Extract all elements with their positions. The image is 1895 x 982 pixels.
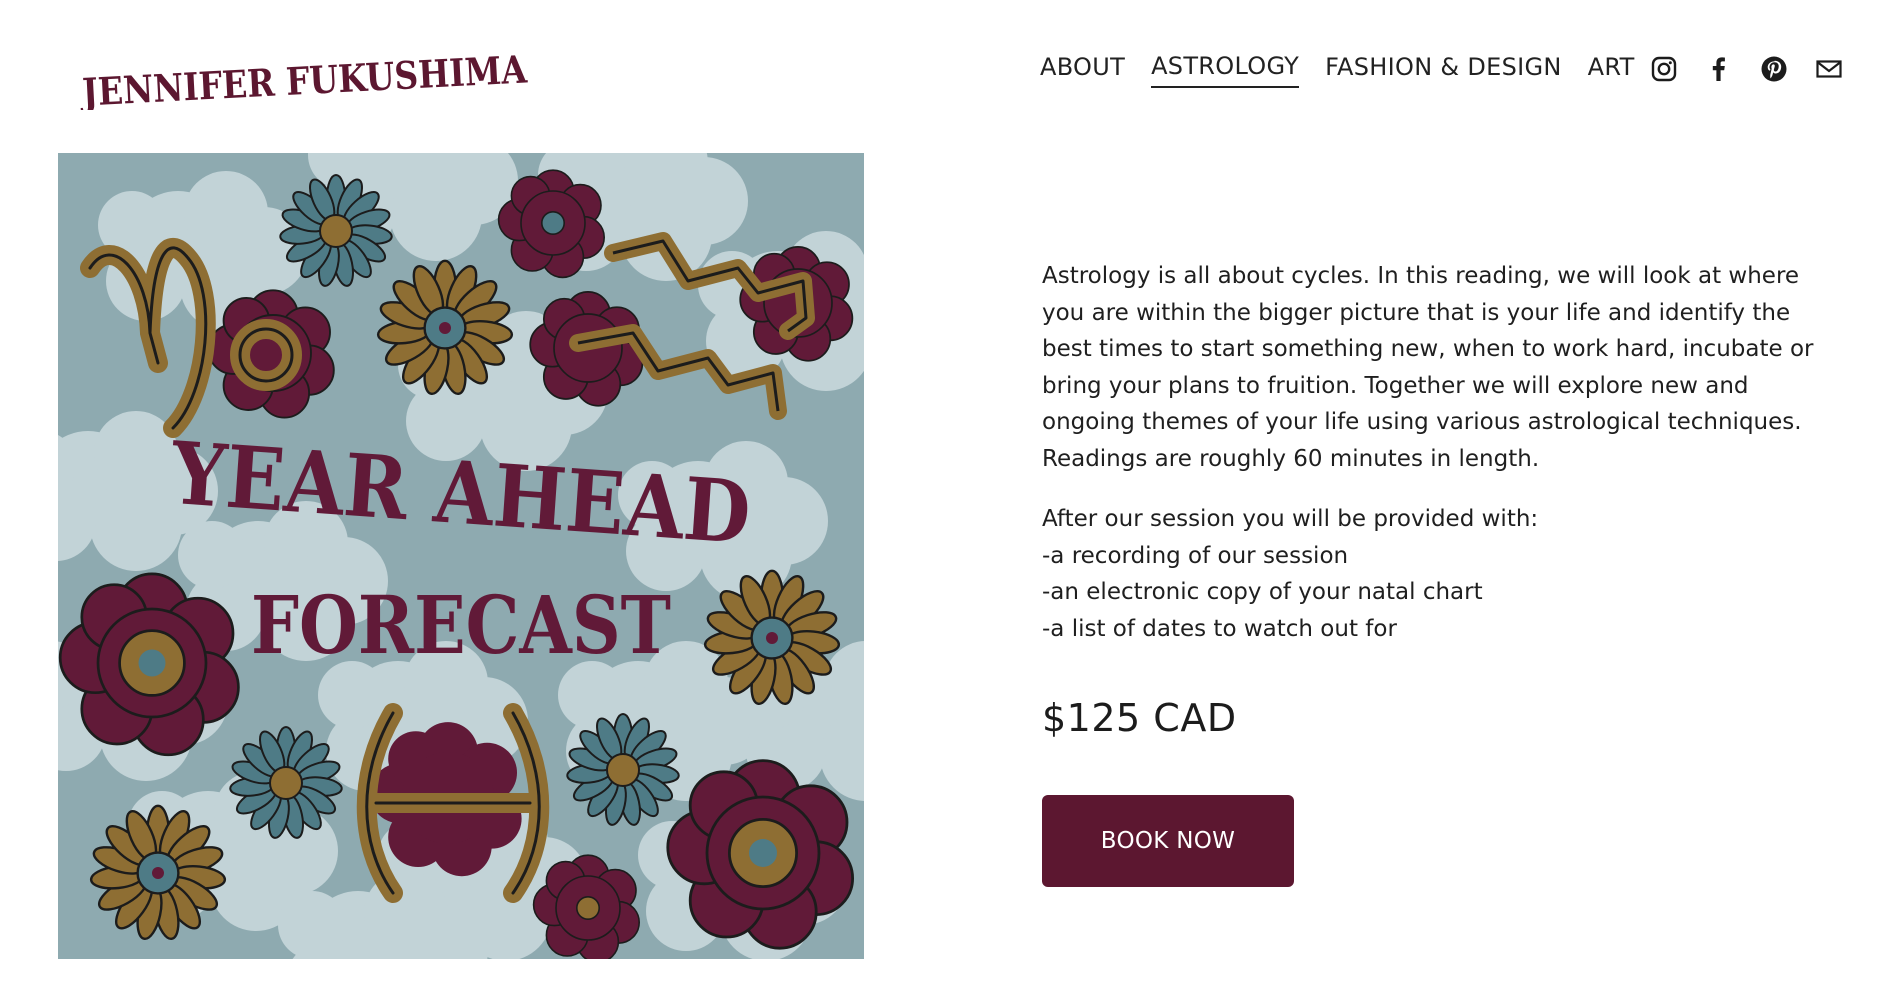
- site-logo[interactable]: JENNIFER FUKUSHIMA: [80, 40, 530, 110]
- product-image: YEAR AHEAD FORECAST: [58, 153, 864, 959]
- product-price: $125 CAD: [1042, 696, 1237, 740]
- logo-wordmark: JENNIFER FUKUSHIMA: [80, 46, 528, 110]
- email-icon[interactable]: [1815, 55, 1843, 83]
- instagram-icon[interactable]: [1650, 55, 1678, 83]
- nav-art[interactable]: ART: [1588, 53, 1635, 87]
- nav-fashion-design[interactable]: FASHION & DESIGN: [1325, 53, 1562, 87]
- pinterest-icon[interactable]: [1760, 55, 1788, 83]
- social-links: [1650, 55, 1870, 83]
- list-item: -an electronic copy of your natal chart: [1042, 579, 1483, 605]
- logo-text: JENNIFER FUKUSHIMA: [80, 46, 528, 110]
- image-title-line2: FORECAST: [251, 578, 671, 672]
- facebook-icon[interactable]: [1705, 55, 1733, 83]
- deliverables-intro: After our session you will be provided w…: [1042, 506, 1539, 532]
- list-item: -a recording of our session: [1042, 542, 1349, 569]
- main-nav: ABOUT ASTROLOGY FASHION & DESIGN ART: [1040, 52, 1661, 88]
- description-paragraph: Astrology is all about cycles. In this r…: [1042, 263, 1814, 472]
- nav-astrology[interactable]: ASTROLOGY: [1151, 52, 1300, 88]
- nav-about[interactable]: ABOUT: [1040, 53, 1125, 87]
- product-description: Astrology is all about cycles. In this r…: [1042, 258, 1842, 647]
- book-now-button[interactable]: BOOK NOW: [1042, 795, 1294, 887]
- forecast-artwork: YEAR AHEAD FORECAST: [58, 153, 864, 959]
- deliverables-list: -a recording of our session -an electron…: [1042, 538, 1842, 648]
- list-item: -a list of dates to watch out for: [1042, 615, 1397, 642]
